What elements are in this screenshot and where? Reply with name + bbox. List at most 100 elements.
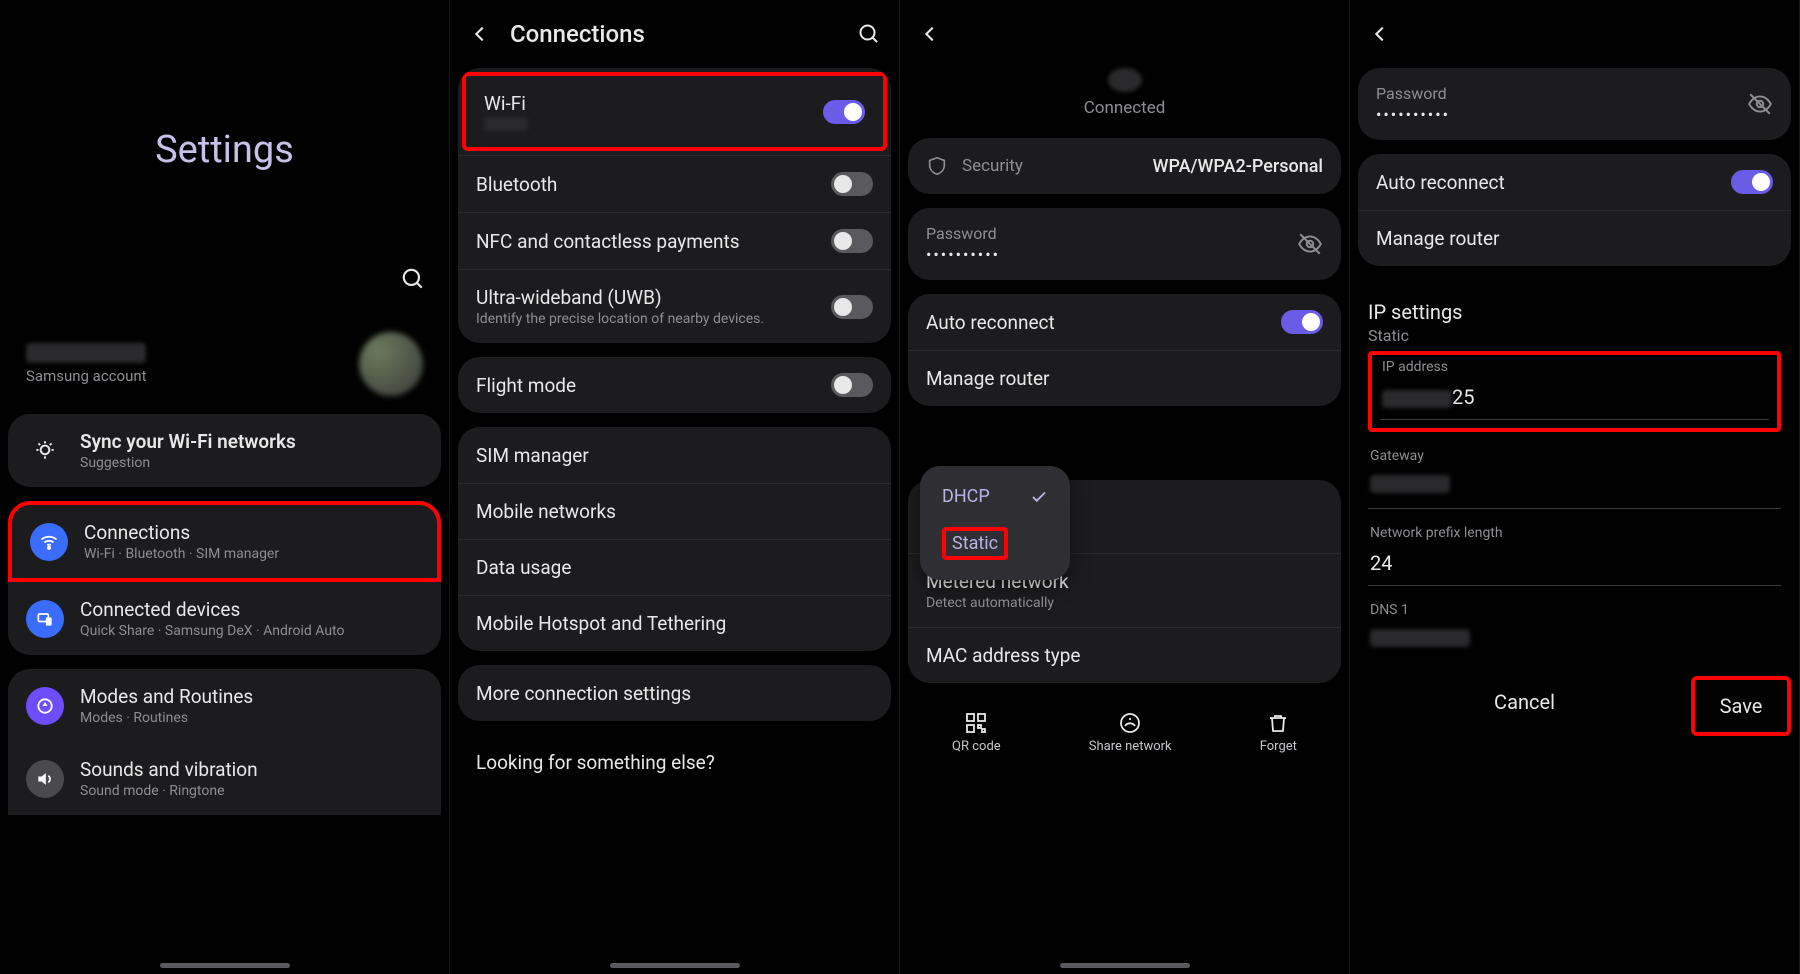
auto-reconnect-row[interactable]: Auto reconnect	[1358, 154, 1791, 210]
label: Flight mode	[476, 374, 831, 397]
item-sub: Modes · Routines	[80, 710, 423, 726]
bluetooth-row[interactable]: Bluetooth	[458, 155, 891, 212]
uwb-row[interactable]: Ultra-wideband (UWB) Identify the precis…	[458, 269, 891, 343]
ip-settings-dropdown[interactable]: DHCP Static	[920, 466, 1070, 580]
modes-item[interactable]: Modes and Routines Modes · Routines	[8, 669, 441, 742]
more-settings-card[interactable]: More connection settings	[458, 665, 891, 721]
back-button[interactable]	[1366, 20, 1394, 48]
ip-settings-value[interactable]: Static	[1368, 326, 1781, 345]
nfc-row[interactable]: NFC and contactless payments	[458, 212, 891, 269]
ip-prefix-blur	[1382, 390, 1452, 408]
label: NFC and contactless payments	[476, 230, 831, 253]
wifi-row[interactable]: Wi-Fi	[462, 72, 887, 151]
wifi-icon	[30, 523, 68, 561]
gateway-blur	[1370, 475, 1450, 493]
dns1-label: DNS 1	[1370, 602, 1779, 618]
flight-toggle[interactable]	[831, 373, 873, 397]
account-name-blur	[26, 343, 146, 363]
routines-icon	[26, 687, 64, 725]
security-card: Security WPA/WPA2-Personal	[908, 138, 1341, 194]
mac-row[interactable]: MAC address type	[908, 627, 1341, 683]
flight-mode-card[interactable]: Flight mode	[458, 357, 891, 413]
suggestion-card[interactable]: Sync your Wi-Fi networks Suggestion	[8, 414, 441, 487]
wifi-label: Wi-Fi	[484, 92, 823, 115]
item-title: Connected devices	[80, 598, 423, 621]
auto-reconnect-row[interactable]: Auto reconnect	[908, 294, 1341, 350]
action-buttons: Cancel Save	[1358, 662, 1791, 744]
dropdown-option-dhcp[interactable]: DHCP	[920, 476, 1070, 517]
wifi-network-blur	[484, 117, 528, 131]
manage-router-row[interactable]: Manage router	[1358, 210, 1791, 266]
page-title: Settings	[8, 128, 441, 172]
password-mask: ••••••••••	[926, 245, 1297, 264]
visibility-off-icon[interactable]	[1747, 91, 1773, 117]
home-indicator[interactable]	[160, 963, 290, 968]
data-usage-row[interactable]: Data usage	[458, 539, 891, 595]
share-button[interactable]: Share network	[1089, 711, 1172, 754]
security-label: Security	[962, 156, 1153, 176]
auto-reconnect-toggle[interactable]	[1731, 170, 1773, 194]
auto-reconnect-toggle[interactable]	[1281, 310, 1323, 334]
prefix-field[interactable]: 24	[1368, 547, 1781, 586]
manage-router-row[interactable]: Manage router	[908, 350, 1341, 406]
connection-toggles-card: Wi-Fi Bluetooth NFC and contactless paym…	[458, 68, 891, 343]
sub: Identify the precise location of nearby …	[476, 311, 831, 327]
password-card[interactable]: Password ••••••••••	[908, 208, 1341, 280]
save-button[interactable]: Save	[1691, 676, 1791, 736]
hotspot-row[interactable]: Mobile Hotspot and Tethering	[458, 595, 891, 651]
connections-panel: Connections Wi-Fi Bluetooth NFC and cont…	[450, 0, 900, 974]
password-card[interactable]: Password ••••••••••	[1358, 68, 1791, 140]
search-button[interactable]	[399, 265, 427, 293]
bluetooth-toggle[interactable]	[831, 172, 873, 196]
dropdown-option-static[interactable]: Static	[920, 517, 1070, 570]
sim-manager-row[interactable]: SIM manager	[458, 427, 891, 483]
gateway-field[interactable]	[1368, 470, 1781, 509]
reconnect-router-card: Auto reconnect Manage router	[908, 294, 1341, 406]
cancel-button[interactable]: Cancel	[1358, 676, 1691, 736]
connection-status: Connected	[908, 98, 1341, 118]
connected-devices-item[interactable]: Connected devices Quick Share · Samsung …	[8, 582, 441, 655]
account-row[interactable]: Samsung account	[8, 332, 441, 414]
reconnect-router-card: Auto reconnect Manage router	[1358, 154, 1791, 266]
home-indicator[interactable]	[610, 963, 740, 968]
account-sub: Samsung account	[26, 367, 359, 385]
looking-for[interactable]: Looking for something else?	[458, 735, 891, 790]
back-button[interactable]	[916, 20, 944, 48]
item-sub: Wi-Fi · Bluetooth · SIM manager	[84, 546, 419, 562]
network-detail-panel: Connected Security WPA/WPA2-Personal Pas…	[900, 0, 1350, 974]
back-button[interactable]	[466, 20, 494, 48]
item-sub: Quick Share · Samsung DeX · Android Auto	[80, 623, 423, 639]
visibility-off-icon[interactable]	[1297, 231, 1323, 257]
suggestion-title: Sync your Wi-Fi networks	[80, 430, 423, 453]
home-indicator[interactable]	[1060, 963, 1190, 968]
settings-panel: Settings Samsung account Sync your Wi-Fi…	[0, 0, 450, 974]
bottom-action-bar: QR code Share network Forget	[908, 697, 1341, 760]
sounds-item[interactable]: Sounds and vibration Sound mode · Ringto…	[8, 742, 441, 815]
connections-item[interactable]: Connections Wi-Fi · Bluetooth · SIM mana…	[8, 501, 441, 582]
network-settings-card: SIM manager Mobile networks Data usage M…	[458, 427, 891, 651]
password-label: Password	[1376, 84, 1747, 103]
nfc-toggle[interactable]	[831, 229, 873, 253]
prefix-label: Network prefix length	[1370, 525, 1779, 541]
suggestion-sub: Suggestion	[80, 455, 423, 471]
avatar[interactable]	[359, 332, 423, 396]
sound-icon	[26, 760, 64, 798]
label: Ultra-wideband (UWB)	[476, 286, 831, 309]
bulb-icon	[26, 432, 64, 470]
security-value: WPA/WPA2-Personal	[1153, 156, 1323, 177]
ip-settings-label: IP settings	[1368, 300, 1781, 324]
ip-address-field[interactable]: IP address 25	[1368, 351, 1781, 432]
dns1-field[interactable]	[1368, 624, 1781, 662]
search-button[interactable]	[855, 20, 883, 48]
item-title: Modes and Routines	[80, 685, 423, 708]
password-label: Password	[926, 224, 1297, 243]
qr-code-button[interactable]: QR code	[952, 711, 1001, 754]
check-icon	[1030, 488, 1048, 506]
wifi-toggle[interactable]	[823, 100, 865, 124]
forget-button[interactable]: Forget	[1260, 711, 1297, 754]
item-sub: Sound mode · Ringtone	[80, 783, 423, 799]
mobile-networks-row[interactable]: Mobile networks	[458, 483, 891, 539]
ip-settings-section: IP settings Static IP address 25 Gateway…	[1358, 280, 1791, 662]
label: Bluetooth	[476, 173, 831, 196]
uwb-toggle[interactable]	[831, 295, 873, 319]
